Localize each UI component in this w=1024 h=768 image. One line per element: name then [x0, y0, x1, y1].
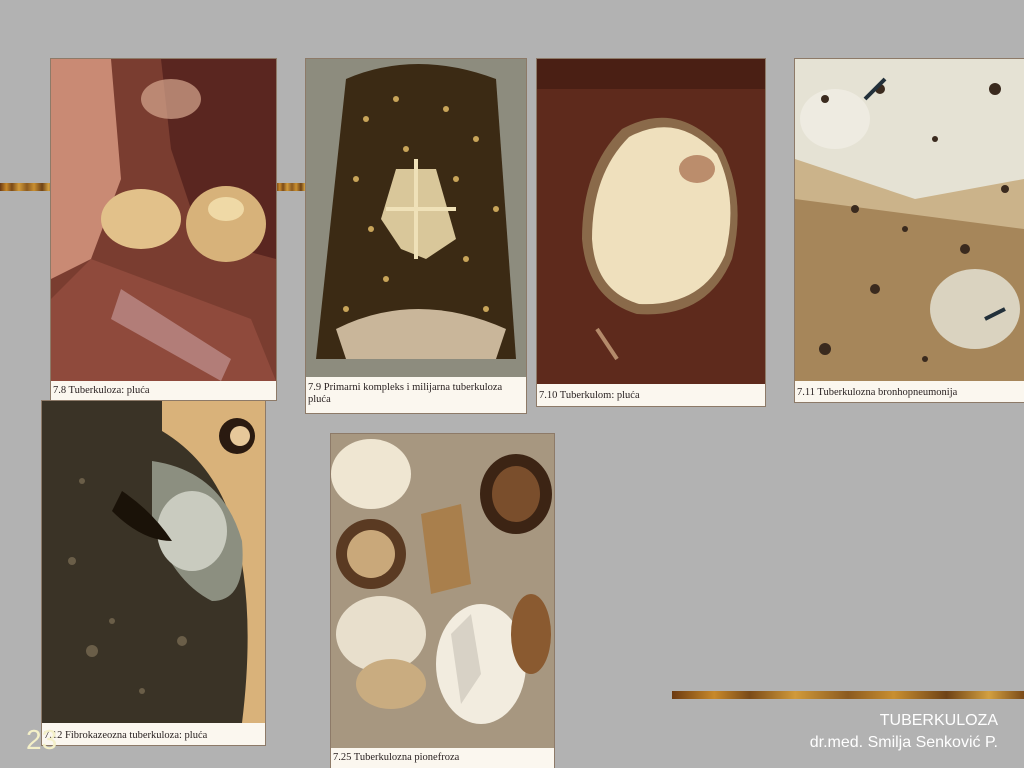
figure-card-7-9: 7.9 Primarni kompleks i milijarna tuberk…: [306, 59, 526, 413]
figure-photo-pyonephrosis: [331, 434, 554, 748]
figure-caption: 7.25 Tuberkulozna pionefroza: [333, 752, 460, 763]
decorative-bar-mid: [276, 183, 308, 191]
figure-caption: 7.11 Tuberkulozna bronhopneumonija: [797, 387, 958, 398]
figure-caption: 7.10 Tuberkulom: pluća: [539, 390, 640, 401]
figure-card-7-10: 7.10 Tuberkulom: pluća: [537, 59, 765, 406]
figure-photo-tuberculoma: [537, 59, 765, 384]
figure-caption: 7.12 Fibrokazeozna tuberkuloza: pluća: [44, 730, 208, 741]
decorative-bar-left: [0, 183, 54, 191]
figure-card-7-12: 7.12 Fibrokazeozna tuberkuloza: pluća: [42, 401, 265, 745]
slide-number: 23: [26, 724, 58, 755]
figure-photo-primary-complex: [306, 59, 526, 377]
footer: TUBERKULOZA dr.med. Smilja Senković P.: [810, 710, 998, 754]
figure-caption: 7.8 Tuberkuloza: pluća: [53, 385, 150, 396]
figure-card-7-11: 7.11 Tuberkulozna bronhopneumonija: [795, 59, 1024, 402]
footer-author: dr.med. Smilja Senković P.: [809, 734, 998, 751]
decorative-bar-bottom: [672, 691, 1024, 699]
figure-photo-fibrocaseous: [42, 401, 265, 723]
footer-title: TUBERKULOZA: [879, 712, 998, 729]
figure-card-7-25: 7.25 Tuberkulozna pionefroza: [331, 434, 554, 768]
figure-caption: 7.9 Primarni kompleks i milijarna tuberk…: [308, 382, 503, 405]
figure-photo-lung-tuberculosis: [51, 59, 276, 381]
figure-photo-bronchopneumonia: [795, 59, 1024, 381]
figure-card-7-8: 7.8 Tuberkuloza: pluća: [51, 59, 276, 400]
